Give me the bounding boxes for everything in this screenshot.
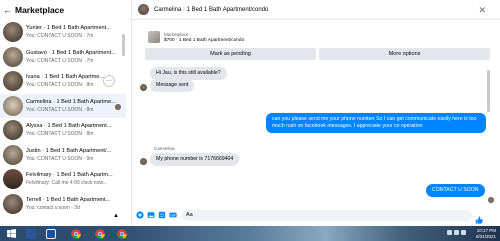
conversation-snippet: You: CONTACT U SOON · 8m (26, 131, 94, 138)
conversation-name: Alyssa · 1 Bed 1 Bath Apartment... (26, 123, 112, 130)
tray-icon[interactable] (454, 230, 459, 235)
message-thread: Hi Jau, is this still available? Message… (132, 62, 500, 204)
avatar (3, 46, 23, 67)
conversation-snippet: You: CONTACT U SOON · 7m (26, 33, 94, 40)
chrome-app-icon[interactable] (93, 228, 107, 240)
conversation-item[interactable]: Felvilmary · 1 Bed 1 Bath Apartm... Felv… (0, 167, 126, 192)
avatar[interactable] (138, 4, 149, 15)
avatar (3, 22, 23, 43)
listing-label: Marketplace (164, 31, 189, 37)
windows-taskbar: 10:17 PM 8/31/2021 (0, 226, 500, 241)
conversation-item[interactable]: Terrell · 1 Bed 1 Bath Apartment... You:… (0, 192, 126, 217)
message-bubble-incoming: My phone number is 7176669404 (150, 153, 240, 166)
message-bubble-incoming: Message sent (150, 79, 195, 92)
back-arrow-icon[interactable]: ← (3, 5, 12, 15)
avatar (3, 169, 23, 190)
windows-start-icon[interactable] (4, 228, 18, 240)
read-receipt-avatar (115, 103, 121, 110)
conversation-snippet: You: CONTACT U SOON · 8m (26, 106, 94, 113)
conversation-item-active[interactable]: Carmelina · 1 Bed 1 Bath Apartme... You:… (0, 93, 126, 118)
word-app-icon[interactable] (44, 228, 58, 240)
conversation-name: Felvilmary · 1 Bed 1 Bath Apartm... (26, 172, 113, 179)
tray-icon[interactable] (447, 230, 452, 235)
system-tray[interactable] (447, 230, 466, 235)
chat-scrollbar[interactable] (487, 64, 490, 204)
sticker-icon[interactable] (158, 211, 166, 219)
tray-icon[interactable] (461, 230, 466, 235)
chat-header: Carmelina · 1 Bed 1 Bath Apartment/condo… (132, 0, 500, 20)
message-composer: GIF Aa (132, 207, 500, 224)
avatar (3, 95, 23, 116)
conversation-snippet: You: CONTACT U SOON · 9m (26, 155, 94, 162)
avatar (140, 84, 147, 91)
listing-thumbnail (148, 31, 160, 43)
svg-text:GIF: GIF (170, 213, 175, 217)
conversation-sidebar: ← Marketplace Yunier · 1 Bed 1 Bath Apar… (0, 0, 126, 226)
avatar (3, 144, 23, 165)
chat-panel: Carmelina · 1 Bed 1 Bath Apartment/condo… (132, 0, 500, 226)
gif-icon[interactable]: GIF (169, 211, 177, 219)
word-app-icon[interactable] (24, 228, 38, 240)
avatar (140, 158, 147, 165)
clock-date: 8/31/2021 (475, 233, 496, 239)
scroll-arrow-icon[interactable]: ▲ (113, 213, 119, 219)
listing-actions: Mark as pending More options (145, 48, 490, 60)
conversation-name: Yunier · 1 Bed 1 Bath Apartment... (26, 25, 111, 32)
avatar (3, 71, 23, 92)
close-icon[interactable]: ✕ (478, 5, 486, 16)
avatar (3, 193, 23, 214)
chrome-app-icon[interactable] (69, 228, 83, 240)
message-input[interactable]: Aa (182, 209, 472, 221)
conversation-name: Terrell · 1 Bed 1 Bath Apartment... (26, 196, 111, 203)
chat-title[interactable]: Carmelina · 1 Bed 1 Bath Apartment/condo (154, 7, 268, 13)
sender-name: Carmelina (154, 146, 175, 151)
conversation-name: Carmelina · 1 Bed 1 Bath Apartme... (26, 98, 116, 105)
plus-icon[interactable] (136, 211, 144, 219)
chrome-app-icon[interactable] (115, 228, 129, 240)
avatar (3, 120, 23, 141)
conversation-item[interactable]: Yunier · 1 Bed 1 Bath Apartment... You: … (0, 20, 126, 45)
mark-pending-button[interactable]: Mark as pending (145, 48, 316, 60)
message-bubble-outgoing: CONTACT U SOON (426, 184, 485, 197)
message-bubble-outgoing: can you please send me your phone number… (266, 113, 486, 133)
conversation-snippet: Felvilmary: Call me 4:00 clock now... (26, 180, 107, 187)
conversation-name: Gustavo · 1 Bed 1 Bath Apartment... (26, 49, 116, 56)
listing-title: $700 · 1 Bed 1 Bath Apartment/condo (164, 37, 245, 43)
more-options-button[interactable]: More options (319, 48, 490, 60)
thumbs-up-icon[interactable] (475, 211, 483, 224)
sidebar-header: ← Marketplace (0, 0, 126, 20)
conversation-item[interactable]: Ivana · 1 Bed 1 Bath Apartme... You: CON… (0, 69, 126, 94)
conversation-item[interactable]: Gustavo · 1 Bed 1 Bath Apartment... You:… (0, 45, 126, 70)
sidebar-scrollbar[interactable] (122, 28, 125, 218)
more-options-icon[interactable]: ··· (103, 75, 115, 87)
conversation-snippet: You: contact u soon · 3d (26, 204, 80, 211)
clock[interactable]: 10:17 PM 8/31/2021 (476, 228, 496, 239)
clock-time: 10:17 PM (476, 228, 496, 233)
conversation-item[interactable]: Justin · 1 Bed 1 Bath Apartment/... You:… (0, 143, 126, 168)
conversation-item[interactable]: Alyssa · 1 Bed 1 Bath Apartment... You: … (0, 118, 126, 143)
listing-info[interactable]: Marketplace $700 · 1 Bed 1 Bath Apartmen… (148, 31, 244, 43)
conversation-name: Justin · 1 Bed 1 Bath Apartment/... (26, 147, 112, 154)
photo-icon[interactable] (147, 211, 155, 219)
sidebar-title: Marketplace (15, 5, 65, 15)
conversation-list: Yunier · 1 Bed 1 Bath Apartment... You: … (0, 20, 126, 216)
conversation-snippet: You: CONTACT U SOON · 7m (26, 57, 94, 64)
